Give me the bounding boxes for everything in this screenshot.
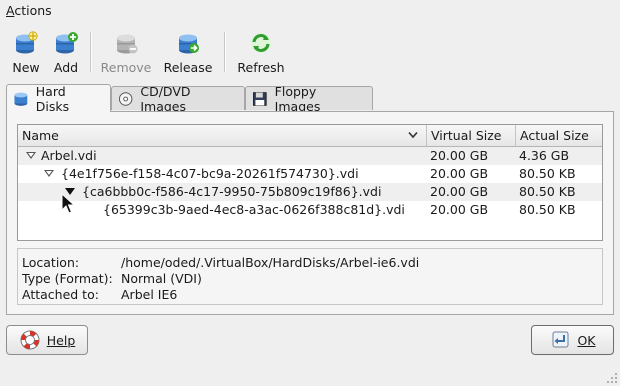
type-label: Type (Format): (22, 271, 113, 286)
hard-disk-icon (14, 92, 28, 106)
toolbar: New Add Remove Release Refresh (0, 24, 620, 80)
help-button[interactable]: Help (6, 325, 88, 355)
refresh-button-label: Refresh (237, 60, 285, 75)
column-virtual-size-label: Virtual Size (431, 128, 502, 143)
tree-header: Name Virtual Size Actual Size (18, 125, 602, 147)
enter-arrow-icon (552, 331, 569, 348)
ok-button-label: OK (577, 332, 596, 348)
column-name-label: Name (22, 128, 59, 143)
lifebuoy-help-icon (20, 330, 40, 350)
row-virtual-size: 20.00 GB (430, 148, 489, 163)
ok-button[interactable]: OK (531, 325, 614, 355)
row-actual-size: 80.50 KB (519, 184, 576, 199)
details-box: Location: /home/oded/.VirtualBox/HardDis… (17, 248, 603, 305)
row-name: Arbel.vdi (41, 148, 97, 163)
tab-cd-dvd-label: CD/DVD Images (140, 83, 191, 114)
expand-arrow-icon[interactable] (26, 152, 36, 159)
new-button[interactable]: New (6, 24, 46, 78)
refresh-icon (251, 33, 271, 53)
location-value: /home/oded/.VirtualBox/HardDisks/Arbel-i… (121, 255, 420, 270)
attached-label: Attached to: (22, 287, 99, 302)
release-button[interactable]: Release (161, 24, 215, 78)
location-label: Location: (22, 255, 80, 270)
row-virtual-size: 20.00 GB (430, 166, 489, 181)
add-button-label: Add (53, 60, 79, 75)
row-virtual-size: 20.00 GB (430, 202, 489, 217)
tab-hard-disks-label: Hard Disks (35, 83, 70, 114)
row-actual-size: 80.50 KB (519, 166, 576, 181)
toolbar-separator (90, 32, 92, 72)
new-button-label: New (12, 60, 40, 75)
hard-disk-release-icon (179, 34, 199, 54)
help-button-label: Help (46, 332, 76, 348)
add-button[interactable]: Add (48, 24, 84, 78)
expand-arrow-icon[interactable] (44, 170, 54, 177)
remove-button-label: Remove (100, 60, 152, 75)
table-row[interactable]: {65399c3b-9aed-4ec8-a3ac-0626f388c81d}.v… (18, 201, 602, 219)
remove-button[interactable]: Remove (98, 24, 154, 78)
cd-dvd-icon (118, 91, 133, 106)
row-actual-size: 80.50 KB (519, 202, 576, 217)
sort-chevron-down-icon (408, 131, 418, 139)
hard-disk-remove-icon (117, 34, 138, 54)
table-row[interactable]: {ca6bbb0c-f586-4c17-9950-75b809c19f86}.v… (18, 183, 602, 201)
mouse-pointer-icon (61, 193, 75, 214)
resize-grip-icon[interactable] (606, 372, 618, 384)
tab-cd-dvd-images[interactable]: CD/DVD Images (111, 84, 245, 114)
floppy-icon (253, 91, 267, 106)
row-name: {65399c3b-9aed-4ec8-a3ac-0626f388c81d}.v… (103, 202, 405, 217)
row-virtual-size: 20.00 GB (430, 184, 489, 199)
column-actual-size-label: Actual Size (520, 128, 589, 143)
toolbar-separator (224, 32, 226, 72)
hard-disk-new-icon (16, 31, 38, 54)
table-row[interactable]: {4e1f756e-f158-4c07-bc9a-20261f574730}.v… (18, 165, 602, 183)
media-tree[interactable]: Name Virtual Size Actual Size Arbel.vdi … (17, 124, 603, 241)
tab-floppy-label: Floppy Images (274, 83, 321, 114)
row-name: {ca6bbb0c-f586-4c17-9950-75b809c19f86}.v… (82, 184, 382, 199)
type-value: Normal (VDI) (121, 271, 202, 286)
column-actual-size-header[interactable]: Actual Size (515, 125, 602, 146)
hard-disk-add-icon (56, 32, 78, 54)
release-button-label: Release (163, 60, 213, 75)
column-virtual-size-header[interactable]: Virtual Size (426, 125, 515, 146)
tab-hard-disks[interactable]: Hard Disks (6, 83, 111, 114)
column-name-header[interactable]: Name (18, 125, 426, 146)
row-name: {4e1f756e-f158-4c07-bc9a-20261f574730}.v… (61, 166, 359, 181)
table-row[interactable]: Arbel.vdi 20.00 GB 4.36 GB (18, 147, 602, 165)
menu-actions[interactable]: Actions (6, 3, 52, 18)
attached-value: Arbel IE6 (121, 287, 178, 302)
statusbar (0, 362, 620, 386)
row-actual-size: 4.36 GB (519, 148, 570, 163)
refresh-button[interactable]: Refresh (234, 24, 288, 78)
tab-floppy-images[interactable]: Floppy Images (245, 84, 373, 114)
menubar: Actions (0, 0, 620, 22)
